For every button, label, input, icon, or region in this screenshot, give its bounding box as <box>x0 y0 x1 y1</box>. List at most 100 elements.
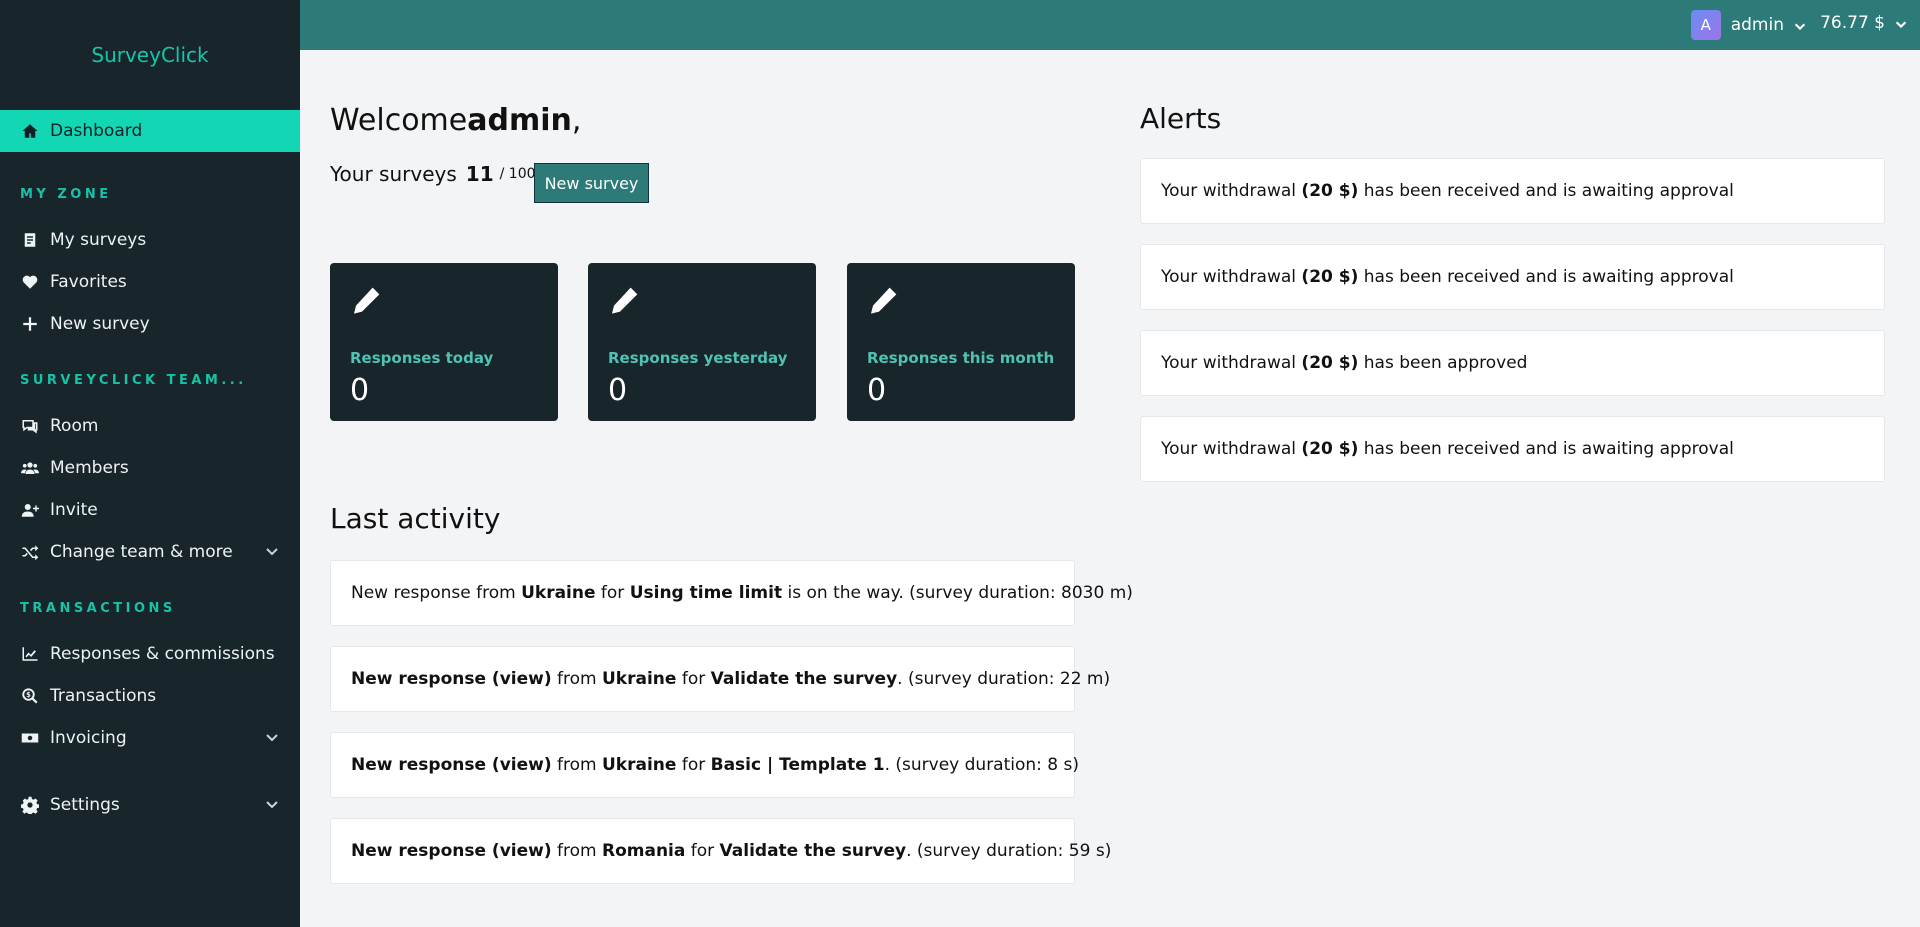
new-survey-button[interactable]: New survey <box>534 163 649 203</box>
heart-icon <box>20 272 40 292</box>
sidebar-item-invite[interactable]: Invite <box>0 489 300 531</box>
stat-label: Responses today <box>350 349 494 367</box>
activity-view-link[interactable]: New response (view) <box>351 755 552 775</box>
welcome-prefix: Welcome <box>330 103 468 138</box>
sidebar-item-responses-commissions[interactable]: Responses & commissions <box>0 633 300 675</box>
alert-item: Your withdrawal (20 $) has been approved <box>1140 330 1885 396</box>
sidebar-item-change-team[interactable]: Change team & more <box>0 531 300 573</box>
activity-country: Ukraine <box>602 669 677 689</box>
sidebar-item-label: Change team & more <box>50 542 233 562</box>
alert-text: Your withdrawal <box>1161 439 1297 459</box>
sidebar-item-my-surveys[interactable]: My surveys <box>0 219 300 261</box>
sidebar-item-dashboard[interactable]: Dashboard <box>0 110 300 152</box>
chevron-down-icon <box>1894 16 1908 30</box>
activity-text: from <box>557 669 597 689</box>
section-label-team: SURVEYCLICK TEAM... <box>20 373 247 388</box>
last-activity-title: Last activity <box>330 502 501 535</box>
alert-text: has been received and is awaiting approv… <box>1363 181 1734 201</box>
sidebar-item-label: Transactions <box>50 686 157 706</box>
username: admin <box>1730 15 1784 35</box>
activity-text: for <box>681 755 706 775</box>
user-menu[interactable]: A admin <box>1690 10 1807 40</box>
alert-item: Your withdrawal (20 $) has been received… <box>1140 158 1885 224</box>
activity-item: New response from Ukraine for Using time… <box>330 560 1133 626</box>
activity-survey: Basic | Template 1 <box>710 755 885 775</box>
activity-text: . (survey duration: 59 s) <box>906 841 1112 861</box>
sidebar: SurveyClick Dashboard MY ZONE My surveys… <box>0 0 300 927</box>
welcome-name: admin <box>467 103 572 138</box>
sidebar-item-label: Dashboard <box>50 121 143 141</box>
alert-text: has been approved <box>1363 353 1528 373</box>
stat-card-today: Responses today 0 <box>330 263 558 421</box>
sidebar-item-label: My surveys <box>50 230 147 250</box>
alert-text: Your withdrawal <box>1161 267 1297 287</box>
search-dollar-icon: $ <box>20 686 40 706</box>
avatar: A <box>1690 10 1721 40</box>
money-bill-icon <box>20 728 40 748</box>
stat-value: 0 <box>608 373 628 408</box>
shuffle-icon <box>20 542 40 562</box>
activity-country: Ukraine <box>521 583 596 603</box>
sidebar-item-settings[interactable]: Settings <box>0 784 300 826</box>
topbar: A admin 76.77 $ <box>300 0 1920 50</box>
alert-text: has been received and is awaiting approv… <box>1363 267 1734 287</box>
chevron-down-icon <box>264 729 280 745</box>
activity-item: New response (view) from Ukraine for Val… <box>330 646 1110 712</box>
activity-survey: Using time limit <box>629 583 783 603</box>
stat-card-yesterday: Responses yesterday 0 <box>588 263 816 421</box>
activity-text: for <box>690 841 715 861</box>
pencil-icon <box>867 285 1055 321</box>
alert-amount: (20 $) <box>1301 439 1359 459</box>
sidebar-item-members[interactable]: Members <box>0 447 300 489</box>
welcome-suffix: , <box>571 103 582 138</box>
activity-view-link[interactable]: New response (view) <box>351 669 552 689</box>
pencil-icon <box>350 285 538 321</box>
activity-survey: Validate the survey <box>710 669 898 689</box>
sidebar-item-label: Responses & commissions <box>50 644 275 664</box>
comments-icon <box>20 416 40 436</box>
activity-text: . (survey duration: 8 s) <box>884 755 1079 775</box>
sidebar-item-label: Room <box>50 416 99 436</box>
activity-country: Romania <box>602 841 686 861</box>
sidebar-item-label: Favorites <box>50 272 127 292</box>
sidebar-item-favorites[interactable]: Favorites <box>0 261 300 303</box>
activity-view-link[interactable]: New response (view) <box>351 841 552 861</box>
brand-logo[interactable]: SurveyClick <box>0 0 300 110</box>
gear-icon <box>20 795 40 815</box>
activity-item: New response (view) from Romania for Val… <box>330 818 1111 884</box>
alert-item: Your withdrawal (20 $) has been received… <box>1140 416 1885 482</box>
activity-text: . (survey duration: 22 m) <box>897 669 1111 689</box>
sidebar-item-transactions[interactable]: $ Transactions <box>0 675 300 717</box>
plus-icon <box>20 314 40 334</box>
chevron-down-icon <box>264 543 280 559</box>
surveys-count-value: 11 <box>465 162 494 186</box>
sidebar-item-label: Members <box>50 458 129 478</box>
welcome-heading: Welcomeadmin, <box>330 103 581 138</box>
alert-amount: (20 $) <box>1301 353 1359 373</box>
alert-amount: (20 $) <box>1301 181 1359 201</box>
activity-text: New response from <box>351 583 516 603</box>
alerts-title: Alerts <box>1140 102 1222 135</box>
activity-text: from <box>557 841 597 861</box>
sidebar-item-invoicing[interactable]: Invoicing <box>0 717 300 759</box>
stat-label: Responses this month <box>867 349 1055 367</box>
surveys-count: Your surveys 11 / 100 <box>330 162 536 186</box>
sidebar-item-room[interactable]: Room <box>0 405 300 447</box>
stat-label: Responses yesterday <box>608 349 788 367</box>
section-label-transactions: TRANSACTIONS <box>20 601 176 616</box>
stat-card-month: Responses this month 0 <box>847 263 1075 421</box>
balance-amount: 76.77 $ <box>1820 13 1885 33</box>
alert-item: Your withdrawal (20 $) has been received… <box>1140 244 1885 310</box>
sidebar-item-new-survey[interactable]: New survey <box>0 303 300 345</box>
alert-text: has been received and is awaiting approv… <box>1363 439 1734 459</box>
stat-value: 0 <box>350 373 370 408</box>
activity-text: is on the way. (survey duration: 8030 m) <box>787 583 1133 603</box>
sidebar-item-label: Invite <box>50 500 98 520</box>
stat-value: 0 <box>867 373 887 408</box>
activity-survey: Validate the survey <box>719 841 907 861</box>
users-icon <box>20 458 40 478</box>
svg-text:$: $ <box>26 691 31 699</box>
chart-line-icon <box>20 644 40 664</box>
balance-menu[interactable]: 76.77 $ <box>1820 13 1908 33</box>
chevron-down-icon <box>1793 18 1807 32</box>
